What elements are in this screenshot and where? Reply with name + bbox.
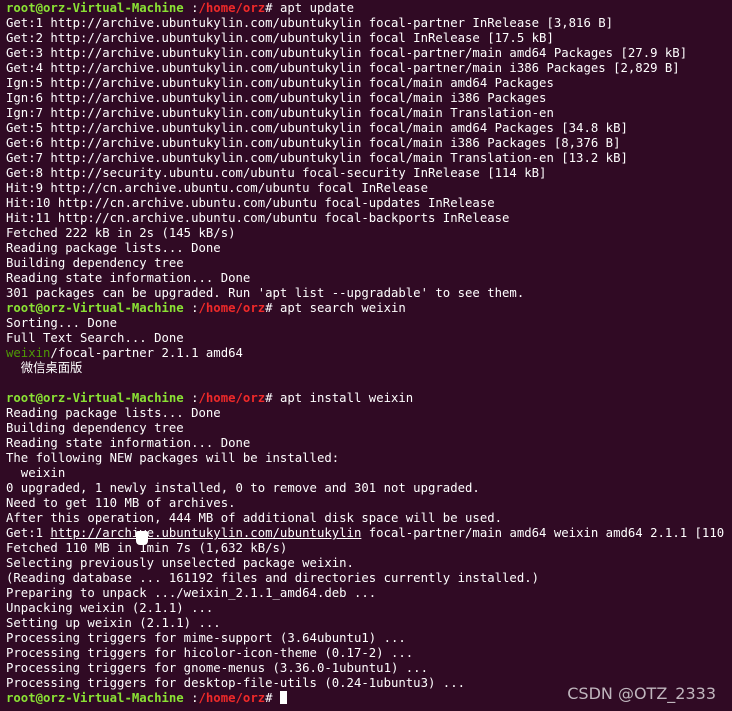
output-line: Ign:7 http://archive.ubuntukylin.com/ubu… (6, 106, 554, 120)
output-line: Hit:9 http://cn.archive.ubuntu.com/ubunt… (6, 181, 428, 195)
output-line: Reading package lists... Done (6, 241, 221, 255)
output-line: Get:6 http://archive.ubuntukylin.com/ubu… (6, 136, 621, 150)
output-line: Ign:6 http://archive.ubuntukylin.com/ubu… (6, 91, 547, 105)
output-line: Reading state information... Done (6, 271, 251, 285)
output-line: Get:2 http://archive.ubuntukylin.com/ubu… (6, 31, 554, 45)
output-line: Unpacking weixin (2.1.1) ... (6, 601, 214, 615)
watermark: CSDN @OTZ_2333 (567, 684, 716, 703)
hover-link[interactable]: http://archive.ubuntukylin.com/ubuntukyl… (50, 526, 361, 540)
prompt-user: root@orz-Virtual-Machine (6, 1, 184, 15)
prompt-path: /home/orz (198, 391, 266, 405)
prompt-user: root@orz-Virtual-Machine (6, 691, 184, 705)
output-line: Building dependency tree (6, 256, 184, 270)
output-line: Setting up weixin (2.1.1) ... (6, 616, 221, 630)
output-text: focal-partner/main amd64 weixin amd64 2.… (361, 526, 732, 540)
output-line-with-link: Get:1 http://archive.ubuntukylin.com/ubu… (6, 526, 732, 541)
output-line: Building dependency tree (6, 421, 184, 435)
prompt-user: root@orz-Virtual-Machine (6, 391, 184, 405)
output-line: Hit:10 http://cn.archive.ubuntu.com/ubun… (6, 196, 495, 210)
output-line: Sorting... Done (6, 316, 118, 330)
output-line: Get:8 http://security.ubuntu.com/ubuntu … (6, 166, 547, 180)
output-line: Get:3 http://archive.ubuntukylin.com/ubu… (6, 46, 688, 60)
prompt-symbol: # (265, 691, 280, 705)
output-line: Reading package lists... Done (6, 406, 221, 420)
output-line: Full Text Search... Done (6, 331, 184, 345)
output-line: 0 upgraded, 1 newly installed, 0 to remo… (6, 481, 480, 495)
package-details: /focal-partner 2.1.1 amd64 (50, 346, 243, 360)
package-name: weixin (6, 346, 51, 360)
output-text: Get:1 (6, 526, 51, 540)
command-text: apt search weixin (279, 301, 406, 315)
output-line: Fetched 222 kB in 2s (145 kB/s) (6, 226, 236, 240)
output-line: 301 packages can be upgraded. Run 'apt l… (6, 286, 525, 300)
output-line: weixin (6, 466, 66, 480)
output-line: Hit:11 http://cn.archive.ubuntu.com/ubun… (6, 211, 510, 225)
search-result-line: weixin/focal-partner 2.1.1 amd64 (6, 346, 732, 361)
output-line: Preparing to unpack .../weixin_2.1.1_amd… (6, 586, 377, 600)
output-line: Get:4 http://archive.ubuntukylin.com/ubu… (6, 61, 680, 75)
mouse-pointer-icon (136, 531, 148, 545)
prompt-line: root@orz-Virtual-Machine :/home/orz# apt… (6, 391, 732, 406)
prompt-line: root@orz-Virtual-Machine :/home/orz# apt… (6, 1, 732, 16)
prompt-symbol: # (265, 301, 280, 315)
output-line: Get:7 http://archive.ubuntukylin.com/ubu… (6, 151, 628, 165)
command-text: apt update (279, 1, 354, 15)
output-line: Need to get 110 MB of archives. (6, 496, 236, 510)
prompt-separator: : (183, 391, 199, 405)
prompt-user: root@orz-Virtual-Machine (6, 301, 184, 315)
output-line: The following NEW packages will be insta… (6, 451, 340, 465)
prompt-separator: : (183, 691, 199, 705)
terminal-window[interactable]: root@orz-Virtual-Machine :/home/orz# apt… (0, 0, 732, 711)
cursor-block[interactable] (279, 691, 287, 704)
output-line: Reading state information... Done (6, 436, 251, 450)
output-line: Processing triggers for mime-support (3.… (6, 631, 406, 645)
prompt-path: /home/orz (198, 1, 266, 15)
output-line: Selecting previously unselected package … (6, 556, 354, 570)
output-line: Get:1 http://archive.ubuntukylin.com/ubu… (6, 16, 614, 30)
output-line: Processing triggers for gnome-menus (3.3… (6, 661, 428, 675)
output-line: (Reading database ... 161192 files and d… (6, 571, 540, 585)
prompt-separator: : (183, 1, 199, 15)
prompt-line: root@orz-Virtual-Machine :/home/orz# apt… (6, 301, 732, 316)
output-line: 微信桌面版 (6, 361, 83, 375)
output-line: Fetched 110 MB in 1min 7s (1,632 kB/s) (6, 541, 288, 555)
output-line: Get:5 http://archive.ubuntukylin.com/ubu… (6, 121, 628, 135)
output-line: After this operation, 444 MB of addition… (6, 511, 503, 525)
prompt-symbol: # (265, 1, 280, 15)
prompt-path: /home/orz (198, 691, 266, 705)
output-line: Processing triggers for hicolor-icon-the… (6, 646, 414, 660)
terminal-output: root@orz-Virtual-Machine :/home/orz# apt… (6, 1, 732, 706)
prompt-separator: : (183, 301, 199, 315)
prompt-symbol: # (265, 391, 280, 405)
command-text: apt install weixin (279, 391, 414, 405)
prompt-path: /home/orz (198, 301, 266, 315)
output-line: Ign:5 http://archive.ubuntukylin.com/ubu… (6, 76, 554, 90)
